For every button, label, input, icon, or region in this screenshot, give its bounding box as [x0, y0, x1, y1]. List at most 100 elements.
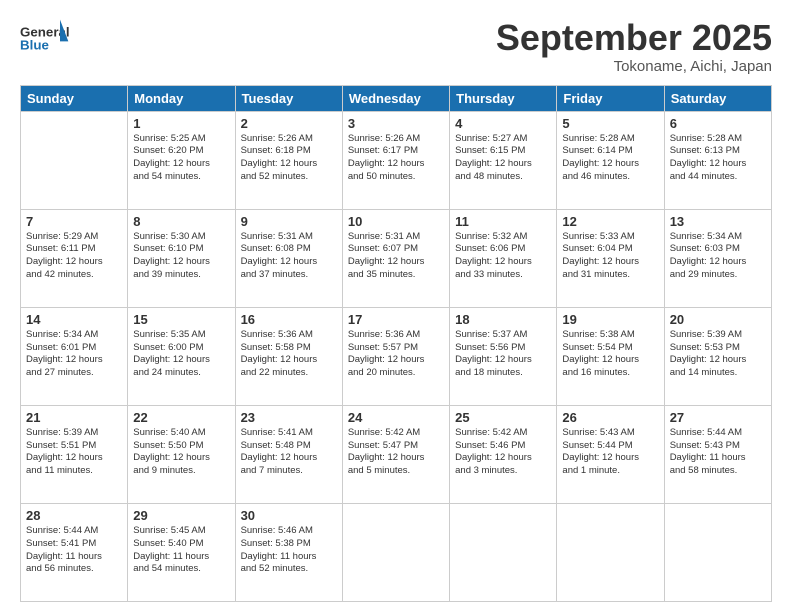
cell-info: Sunrise: 5:46 AM Sunset: 5:38 PM Dayligh… — [241, 525, 337, 576]
calendar-cell: 30 Sunrise: 5:46 AM Sunset: 5:38 PM Dayli… — [235, 503, 342, 601]
calendar-week-row: 7Sunrise: 5:29 AM Sunset: 6:11 PM Daylig… — [21, 209, 772, 307]
cell-info: Sunrise: 5:39 AM Sunset: 5:53 PM Dayligh… — [670, 329, 766, 380]
day-header-saturday: Saturday — [664, 85, 771, 111]
day-number: 19 — [562, 312, 658, 327]
day-number: 25 — [455, 410, 551, 425]
cell-info: Sunrise: 5:25 AM Sunset: 6:20 PM Dayligh… — [133, 133, 229, 184]
calendar-cell: 11Sunrise: 5:32 AM Sunset: 6:06 PM Dayli… — [450, 209, 557, 307]
day-number: 29 — [133, 508, 229, 523]
calendar-cell: 21 Sunrise: 5:39 AM Sunset: 5:51 PM Dayli… — [21, 405, 128, 503]
day-number: 9 — [241, 214, 337, 229]
cell-info: Sunrise: 5:31 AM Sunset: 6:08 PM Dayligh… — [241, 231, 337, 282]
calendar-header-row: SundayMondayTuesdayWednesdayThursdayFrid… — [21, 85, 772, 111]
cell-info: Sunrise: 5:31 AM Sunset: 6:07 PM Dayligh… — [348, 231, 444, 282]
cell-info: Sunrise: 5:29 AM Sunset: 6:11 PM Dayligh… — [26, 231, 122, 282]
calendar-cell: 5 Sunrise: 5:28 AM Sunset: 6:14 PM Daylig… — [557, 111, 664, 209]
day-number: 10 — [348, 214, 444, 229]
calendar-cell: 25 Sunrise: 5:42 AM Sunset: 5:46 PM Dayli… — [450, 405, 557, 503]
day-number: 18 — [455, 312, 551, 327]
day-number: 17 — [348, 312, 444, 327]
day-number: 8 — [133, 214, 229, 229]
calendar-cell: 13 Sunrise: 5:34 AM Sunset: 6:03 PM Dayli… — [664, 209, 771, 307]
calendar-week-row: 21 Sunrise: 5:39 AM Sunset: 5:51 PM Dayli… — [21, 405, 772, 503]
day-number: 23 — [241, 410, 337, 425]
day-header-sunday: Sunday — [21, 85, 128, 111]
day-header-wednesday: Wednesday — [342, 85, 449, 111]
calendar-cell: 16Sunrise: 5:36 AM Sunset: 5:58 PM Dayli… — [235, 307, 342, 405]
day-number: 1 — [133, 116, 229, 131]
calendar-cell: 8 Sunrise: 5:30 AM Sunset: 6:10 PM Daylig… — [128, 209, 235, 307]
logo-icon: General Blue — [20, 18, 70, 58]
cell-info: Sunrise: 5:37 AM Sunset: 5:56 PM Dayligh… — [455, 329, 551, 380]
calendar-cell — [664, 503, 771, 601]
day-number: 28 — [26, 508, 122, 523]
day-number: 13 — [670, 214, 766, 229]
day-header-monday: Monday — [128, 85, 235, 111]
calendar-cell: 23 Sunrise: 5:41 AM Sunset: 5:48 PM Dayli… — [235, 405, 342, 503]
calendar-cell — [557, 503, 664, 601]
cell-info: Sunrise: 5:36 AM Sunset: 5:57 PM Dayligh… — [348, 329, 444, 380]
cell-info: Sunrise: 5:41 AM Sunset: 5:48 PM Dayligh… — [241, 427, 337, 478]
location: Tokoname, Aichi, Japan — [496, 58, 772, 75]
title-block: September 2025 Tokoname, Aichi, Japan — [496, 18, 772, 75]
calendar-cell: 9 Sunrise: 5:31 AM Sunset: 6:08 PM Daylig… — [235, 209, 342, 307]
cell-info: Sunrise: 5:34 AM Sunset: 6:03 PM Dayligh… — [670, 231, 766, 282]
day-number: 30 — [241, 508, 337, 523]
cell-info: Sunrise: 5:28 AM Sunset: 6:14 PM Dayligh… — [562, 133, 658, 184]
cell-info: Sunrise: 5:44 AM Sunset: 5:41 PM Dayligh… — [26, 525, 122, 576]
day-number: 6 — [670, 116, 766, 131]
calendar-cell — [21, 111, 128, 209]
calendar-cell: 28 Sunrise: 5:44 AM Sunset: 5:41 PM Dayli… — [21, 503, 128, 601]
day-number: 3 — [348, 116, 444, 131]
day-number: 4 — [455, 116, 551, 131]
calendar-table: SundayMondayTuesdayWednesdayThursdayFrid… — [20, 85, 772, 602]
cell-info: Sunrise: 5:36 AM Sunset: 5:58 PM Dayligh… — [241, 329, 337, 380]
cell-info: Sunrise: 5:30 AM Sunset: 6:10 PM Dayligh… — [133, 231, 229, 282]
cell-info: Sunrise: 5:26 AM Sunset: 6:18 PM Dayligh… — [241, 133, 337, 184]
day-number: 22 — [133, 410, 229, 425]
cell-info: Sunrise: 5:42 AM Sunset: 5:47 PM Dayligh… — [348, 427, 444, 478]
calendar-cell — [450, 503, 557, 601]
cell-info: Sunrise: 5:44 AM Sunset: 5:43 PM Dayligh… — [670, 427, 766, 478]
cell-info: Sunrise: 5:38 AM Sunset: 5:54 PM Dayligh… — [562, 329, 658, 380]
cell-info: Sunrise: 5:42 AM Sunset: 5:46 PM Dayligh… — [455, 427, 551, 478]
calendar-cell: 19 Sunrise: 5:38 AM Sunset: 5:54 PM Dayli… — [557, 307, 664, 405]
day-number: 14 — [26, 312, 122, 327]
calendar-cell: 14Sunrise: 5:34 AM Sunset: 6:01 PM Dayli… — [21, 307, 128, 405]
cell-info: Sunrise: 5:35 AM Sunset: 6:00 PM Dayligh… — [133, 329, 229, 380]
calendar-cell: 22 Sunrise: 5:40 AM Sunset: 5:50 PM Dayli… — [128, 405, 235, 503]
calendar-week-row: 28 Sunrise: 5:44 AM Sunset: 5:41 PM Dayli… — [21, 503, 772, 601]
day-number: 12 — [562, 214, 658, 229]
calendar-cell: 6 Sunrise: 5:28 AM Sunset: 6:13 PM Daylig… — [664, 111, 771, 209]
day-header-thursday: Thursday — [450, 85, 557, 111]
day-header-friday: Friday — [557, 85, 664, 111]
day-number: 5 — [562, 116, 658, 131]
day-number: 11 — [455, 214, 551, 229]
calendar-cell: 27 Sunrise: 5:44 AM Sunset: 5:43 PM Dayli… — [664, 405, 771, 503]
cell-info: Sunrise: 5:33 AM Sunset: 6:04 PM Dayligh… — [562, 231, 658, 282]
cell-info: Sunrise: 5:43 AM Sunset: 5:44 PM Dayligh… — [562, 427, 658, 478]
day-number: 20 — [670, 312, 766, 327]
calendar-week-row: 14Sunrise: 5:34 AM Sunset: 6:01 PM Dayli… — [21, 307, 772, 405]
cell-info: Sunrise: 5:39 AM Sunset: 5:51 PM Dayligh… — [26, 427, 122, 478]
calendar-cell — [342, 503, 449, 601]
cell-info: Sunrise: 5:27 AM Sunset: 6:15 PM Dayligh… — [455, 133, 551, 184]
logo: General Blue — [20, 18, 70, 58]
calendar-cell: 26Sunrise: 5:43 AM Sunset: 5:44 PM Dayli… — [557, 405, 664, 503]
calendar-cell: 1 Sunrise: 5:25 AM Sunset: 6:20 PM Daylig… — [128, 111, 235, 209]
cell-info: Sunrise: 5:40 AM Sunset: 5:50 PM Dayligh… — [133, 427, 229, 478]
cell-info: Sunrise: 5:45 AM Sunset: 5:40 PM Dayligh… — [133, 525, 229, 576]
day-number: 27 — [670, 410, 766, 425]
day-number: 15 — [133, 312, 229, 327]
day-number: 21 — [26, 410, 122, 425]
calendar-week-row: 1 Sunrise: 5:25 AM Sunset: 6:20 PM Daylig… — [21, 111, 772, 209]
cell-info: Sunrise: 5:28 AM Sunset: 6:13 PM Dayligh… — [670, 133, 766, 184]
calendar-cell: 10 Sunrise: 5:31 AM Sunset: 6:07 PM Dayli… — [342, 209, 449, 307]
calendar-cell: 29 Sunrise: 5:45 AM Sunset: 5:40 PM Dayli… — [128, 503, 235, 601]
calendar-cell: 7Sunrise: 5:29 AM Sunset: 6:11 PM Daylig… — [21, 209, 128, 307]
svg-text:Blue: Blue — [20, 38, 49, 53]
cell-info: Sunrise: 5:26 AM Sunset: 6:17 PM Dayligh… — [348, 133, 444, 184]
month-title: September 2025 — [496, 18, 772, 58]
calendar-cell: 24Sunrise: 5:42 AM Sunset: 5:47 PM Dayli… — [342, 405, 449, 503]
calendar-cell: 15 Sunrise: 5:35 AM Sunset: 6:00 PM Dayli… — [128, 307, 235, 405]
